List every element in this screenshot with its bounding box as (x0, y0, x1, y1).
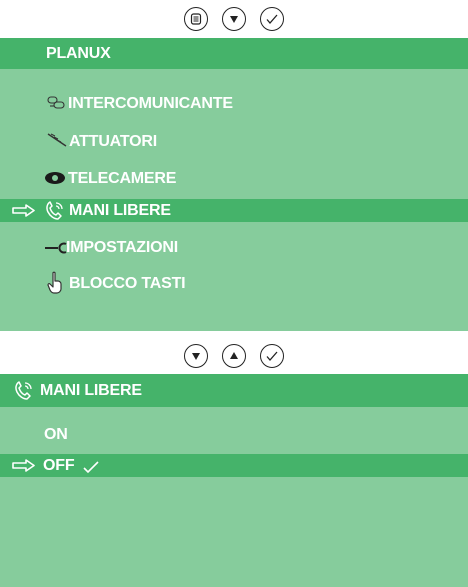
camera-icon (45, 172, 65, 184)
wrench-icon (45, 242, 67, 254)
top-controls (0, 0, 468, 38)
menu-item-label: MANI LIBERE (69, 202, 171, 219)
arrow-up-icon (230, 352, 238, 359)
option-label: OFF (43, 457, 75, 474)
down-button[interactable] (184, 344, 208, 368)
menu-item-label: IMPOSTAZIONI (66, 239, 178, 256)
menu-icon (190, 13, 202, 25)
hand-pointer-icon (47, 271, 62, 294)
up-button[interactable] (222, 344, 246, 368)
confirm-button[interactable] (260, 344, 284, 368)
intercom-icon (47, 96, 65, 109)
menu-title: PLANUX (46, 45, 111, 62)
submenu-panel: MANI LIBERE ON OFF (0, 374, 468, 587)
main-menu-panel: PLANUX INTERCOMUNICANTE ATTUATORI TELECA… (0, 38, 468, 331)
arrow-down-icon (192, 353, 200, 360)
menu-item-mani-libere[interactable]: MANI LIBERE (0, 199, 468, 222)
down-button[interactable] (222, 7, 246, 31)
menu-button[interactable] (184, 7, 208, 31)
menu-item-label: ATTUATORI (69, 133, 157, 150)
option-off[interactable]: OFF (0, 454, 468, 477)
menu-title-bar: PLANUX (0, 38, 468, 69)
checkmark-icon (266, 351, 278, 361)
option-label: ON (44, 426, 68, 443)
confirm-button[interactable] (260, 7, 284, 31)
submenu-title-bar: MANI LIBERE (0, 374, 468, 407)
handsfree-phone-icon (46, 201, 63, 220)
selection-arrow-icon (12, 459, 35, 472)
handsfree-phone-icon (15, 381, 32, 400)
selection-arrow-icon (12, 204, 35, 217)
arrow-down-icon (230, 16, 238, 23)
checkmark-icon (266, 14, 278, 24)
menu-item-label: INTERCOMUNICANTE (68, 95, 233, 112)
submenu-title: MANI LIBERE (40, 382, 142, 399)
actuator-icon (47, 133, 67, 147)
checkmark-icon (83, 461, 99, 474)
menu-item-label: BLOCCO TASTI (69, 275, 186, 292)
screen: PLANUX INTERCOMUNICANTE ATTUATORI TELECA… (0, 0, 468, 587)
mid-controls (0, 337, 468, 375)
menu-item-label: TELECAMERE (68, 170, 177, 187)
